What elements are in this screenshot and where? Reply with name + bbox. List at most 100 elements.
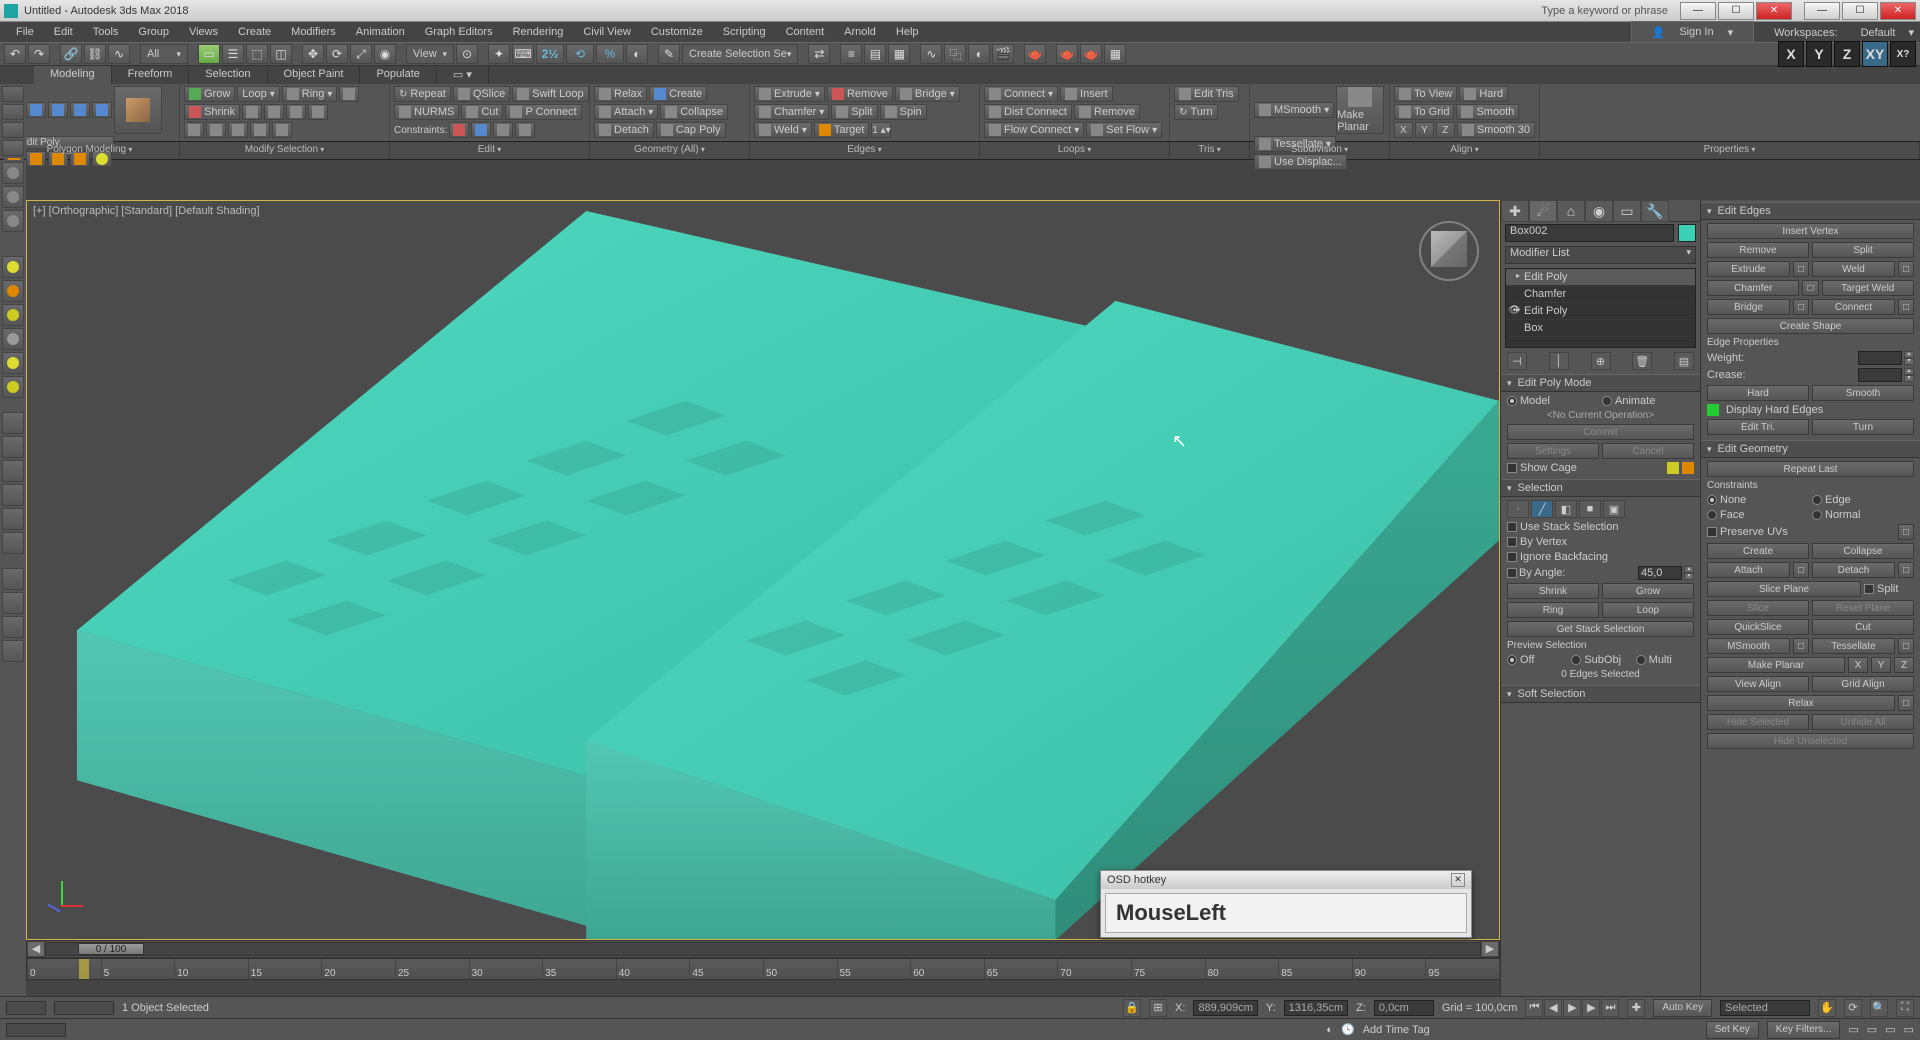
chamfer-edge-button[interactable]: Chamfer ▾ bbox=[754, 104, 829, 120]
lb-yellow2[interactable] bbox=[2, 304, 24, 326]
menu-edit[interactable]: Edit bbox=[44, 24, 83, 40]
tessellate2-button[interactable]: Tessellate bbox=[1812, 638, 1895, 654]
c-none-radio[interactable]: None bbox=[1707, 494, 1809, 506]
cut-button[interactable]: Cut bbox=[461, 104, 503, 120]
smooth-align-button[interactable]: Smooth bbox=[1456, 104, 1519, 120]
getstack-button[interactable]: Get Stack Selection bbox=[1507, 621, 1694, 637]
rotate-button[interactable]: ⟳ bbox=[326, 44, 348, 64]
render-button[interactable]: 🫖 bbox=[1056, 44, 1078, 64]
z-field[interactable]: 0,0cm bbox=[1374, 1000, 1434, 1016]
makeplanar-big[interactable]: Make Planar bbox=[1336, 86, 1384, 134]
stack-item-box[interactable]: Box bbox=[1506, 320, 1695, 337]
menu-arnold[interactable]: Arnold bbox=[834, 24, 886, 40]
app-close-button[interactable] bbox=[1880, 2, 1916, 20]
c-edge-radio[interactable]: Edge bbox=[1812, 494, 1914, 506]
help-search-hint[interactable]: Type a keyword or phrase bbox=[1541, 5, 1668, 17]
scale-button[interactable]: ⤢ bbox=[350, 44, 372, 64]
lb-3[interactable] bbox=[2, 210, 24, 232]
turn2-button[interactable]: Turn bbox=[1812, 419, 1914, 435]
ring-sel-button[interactable]: Ring bbox=[1507, 602, 1599, 618]
prompt-line[interactable] bbox=[6, 1023, 66, 1037]
nav-4[interactable]: ▭ bbox=[1904, 1023, 1914, 1036]
axis-xy-button[interactable]: XY bbox=[1862, 41, 1888, 67]
menu-grapheditors[interactable]: Graph Editors bbox=[415, 24, 503, 40]
object-name-field[interactable]: Box002 bbox=[1505, 224, 1674, 242]
time-thumb[interactable]: 0 / 100 bbox=[78, 943, 144, 955]
cp-tab-create[interactable]: ✚ bbox=[1501, 200, 1529, 222]
layers-button[interactable]: ▤ bbox=[864, 44, 886, 64]
grow-sel-button[interactable]: Grow bbox=[1602, 583, 1694, 599]
weld-edge-button[interactable]: Weld ▾ bbox=[754, 122, 812, 138]
rtitle-polymodeling[interactable]: Polygon Modeling bbox=[0, 142, 180, 159]
rollout-selection[interactable]: Selection bbox=[1501, 479, 1700, 497]
hard-button[interactable]: Hard bbox=[1459, 86, 1508, 102]
cp-tab-utilities[interactable]: 🔧 bbox=[1641, 200, 1669, 222]
align-button[interactable]: ≡ bbox=[840, 44, 862, 64]
object-color-swatch[interactable] bbox=[1678, 224, 1696, 242]
menu-scripting[interactable]: Scripting bbox=[713, 24, 776, 40]
cappoly-button[interactable]: Cap Poly bbox=[656, 122, 726, 138]
quickslice-button[interactable]: QuickSlice bbox=[1707, 619, 1809, 635]
nav-max[interactable]: ⛶ bbox=[1896, 999, 1914, 1017]
link-button[interactable]: 🔗 bbox=[60, 44, 82, 64]
cp-tab-hierarchy[interactable]: ⌂ bbox=[1557, 200, 1585, 222]
ribbon-tab-freeform[interactable]: Freeform bbox=[112, 66, 190, 84]
resetplane-button[interactable]: Reset Plane bbox=[1812, 600, 1914, 616]
viewcube[interactable] bbox=[1419, 221, 1479, 281]
msmooth-button[interactable]: MSmooth ▾ bbox=[1254, 102, 1334, 118]
smooth30-button[interactable]: Smooth 30 bbox=[1457, 122, 1535, 138]
pivot-button[interactable]: ⊙ bbox=[456, 44, 478, 64]
spin-edge-button[interactable]: Spin bbox=[880, 104, 927, 120]
viewport[interactable]: [+] [Orthographic] [Standard] [Default S… bbox=[26, 200, 1500, 940]
preserveuvs-check[interactable]: Preserve UVs□ bbox=[1707, 524, 1914, 540]
spinner-snap-button[interactable]: ◐ bbox=[626, 44, 648, 64]
time-slider[interactable]: ◀ 0 / 100 ▶ bbox=[26, 940, 1500, 958]
ms-a[interactable] bbox=[339, 86, 359, 102]
percent-snap-button[interactable]: % bbox=[596, 44, 624, 64]
osd-titlebar[interactable]: OSD hotkey ✕ bbox=[1101, 871, 1471, 889]
settings-button[interactable]: Settings bbox=[1507, 443, 1599, 459]
menu-create[interactable]: Create bbox=[228, 24, 281, 40]
stack-show-button[interactable]: │ bbox=[1549, 352, 1569, 370]
align-x[interactable]: X bbox=[1394, 122, 1413, 138]
select-window-button[interactable]: ◫ bbox=[270, 44, 292, 64]
ms-j[interactable] bbox=[272, 122, 292, 138]
selection-set-button[interactable]: ✎ bbox=[658, 44, 680, 64]
play-button[interactable]: ▶ bbox=[1563, 999, 1581, 1017]
select-name-button[interactable]: ☰ bbox=[222, 44, 244, 64]
move-button[interactable]: ✥ bbox=[302, 44, 324, 64]
nav-1[interactable]: ▭ bbox=[1848, 1023, 1858, 1036]
create-geom-button[interactable]: Create bbox=[649, 86, 707, 102]
mirror-button[interactable]: ⇄ bbox=[808, 44, 830, 64]
lb-grey[interactable] bbox=[2, 328, 24, 350]
signin-dropdown[interactable]: 👤 Sign In ▾ bbox=[1631, 21, 1754, 43]
setflow-button[interactable]: Set Flow ▾ bbox=[1086, 122, 1162, 138]
select-object-button[interactable]: ▭ bbox=[198, 44, 220, 64]
mode-model-radio[interactable]: Model bbox=[1507, 395, 1599, 407]
cp-tab-modify[interactable]: ☄ bbox=[1529, 200, 1557, 222]
lb-g[interactable] bbox=[2, 568, 24, 590]
extrude2-button[interactable]: Extrude bbox=[1707, 261, 1790, 277]
preview-subobj-radio[interactable]: SubObj bbox=[1571, 654, 1629, 666]
ribbon-tab-selection[interactable]: Selection bbox=[189, 66, 267, 84]
unlink-button[interactable]: ⛓ bbox=[84, 44, 106, 64]
qa-1[interactable] bbox=[2, 86, 24, 102]
usestack-check[interactable]: Use Stack Selection bbox=[1507, 521, 1694, 533]
msmooth2-button[interactable]: MSmooth bbox=[1707, 638, 1790, 654]
mode-animate-radio[interactable]: Animate bbox=[1602, 395, 1694, 407]
sliceplane-button[interactable]: Slice Plane bbox=[1707, 581, 1861, 597]
nav-zoom[interactable]: 🔍 bbox=[1870, 999, 1888, 1017]
stack-item-editpoly2[interactable]: 👁▸Edit Poly bbox=[1506, 303, 1695, 320]
qa-3[interactable] bbox=[2, 122, 24, 138]
remove2-button[interactable]: Remove bbox=[1707, 242, 1809, 258]
render3-button[interactable]: ▦ bbox=[1104, 44, 1126, 64]
menu-tools[interactable]: Tools bbox=[83, 24, 129, 40]
attach2-button[interactable]: Attach bbox=[1707, 562, 1790, 578]
lb-yellow[interactable] bbox=[2, 256, 24, 278]
schematic-button[interactable]: ⿻ bbox=[944, 44, 966, 64]
axis-xyz-button[interactable]: X? bbox=[1890, 41, 1916, 67]
isolate-button[interactable]: ◐ bbox=[1326, 1024, 1333, 1036]
modifier-list-dropdown[interactable]: Modifier List bbox=[1505, 246, 1696, 264]
ignoreback-check[interactable]: Ignore Backfacing bbox=[1507, 551, 1694, 563]
render-frame-button[interactable]: 🫖 bbox=[1024, 44, 1046, 64]
